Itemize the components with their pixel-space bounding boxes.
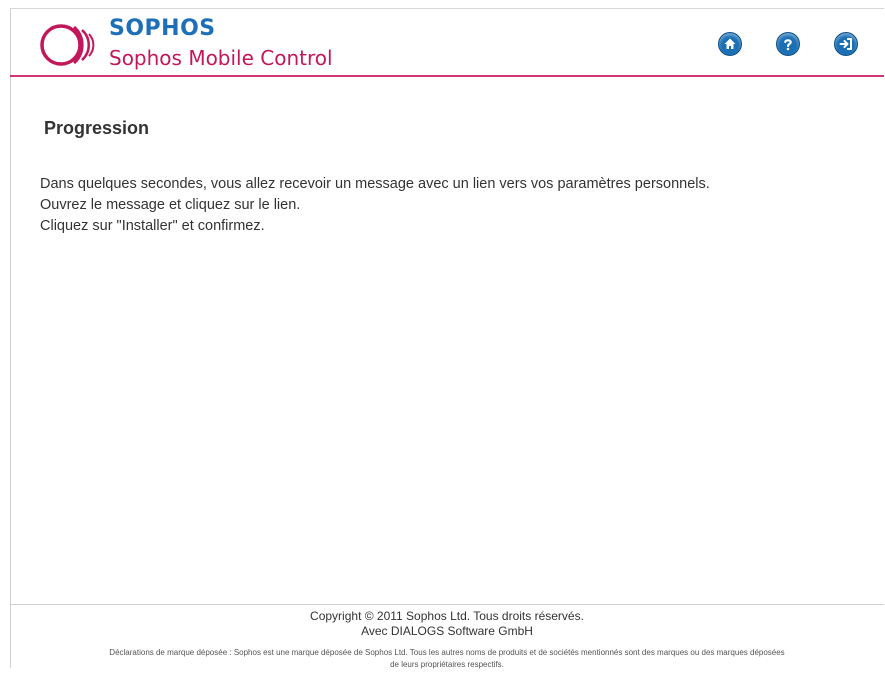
instruction-line: Ouvrez le message et cliquez sur le lien… (40, 197, 301, 213)
footer-copyright: Copyright © 2011 Sophos Ltd. Tous droits… (10, 609, 884, 639)
app-header: SOPHOS Sophos Mobile Control (10, 8, 884, 76)
instructions: Dans quelques secondes, vous allez recev… (40, 174, 710, 237)
partner-text: Avec DIALOGS Software GmbH (361, 624, 533, 638)
page-title: Progression (44, 118, 150, 138)
copyright-text: Copyright © 2011 Sophos Ltd. Tous droits… (310, 609, 584, 623)
legal-text: de leurs propriétaires respectifs. (390, 660, 504, 669)
footer-legal: Déclarations de marque déposée : Sophos … (14, 647, 880, 671)
logout-icon[interactable] (834, 32, 858, 56)
product-name: Sophos Mobile Control (109, 46, 333, 70)
sophos-logo-icon (40, 24, 95, 66)
instruction-line: Cliquez sur "Installer" et confirmez. (40, 218, 265, 234)
help-icon[interactable] (776, 32, 800, 56)
brand-name: SOPHOS (109, 16, 216, 41)
home-icon[interactable] (718, 32, 742, 56)
legal-text: Déclarations de marque déposée : Sophos … (109, 648, 785, 657)
header-divider (10, 75, 884, 77)
footer-divider (10, 604, 884, 605)
page-frame (10, 8, 884, 668)
instruction-line: Dans quelques secondes, vous allez recev… (40, 176, 710, 192)
